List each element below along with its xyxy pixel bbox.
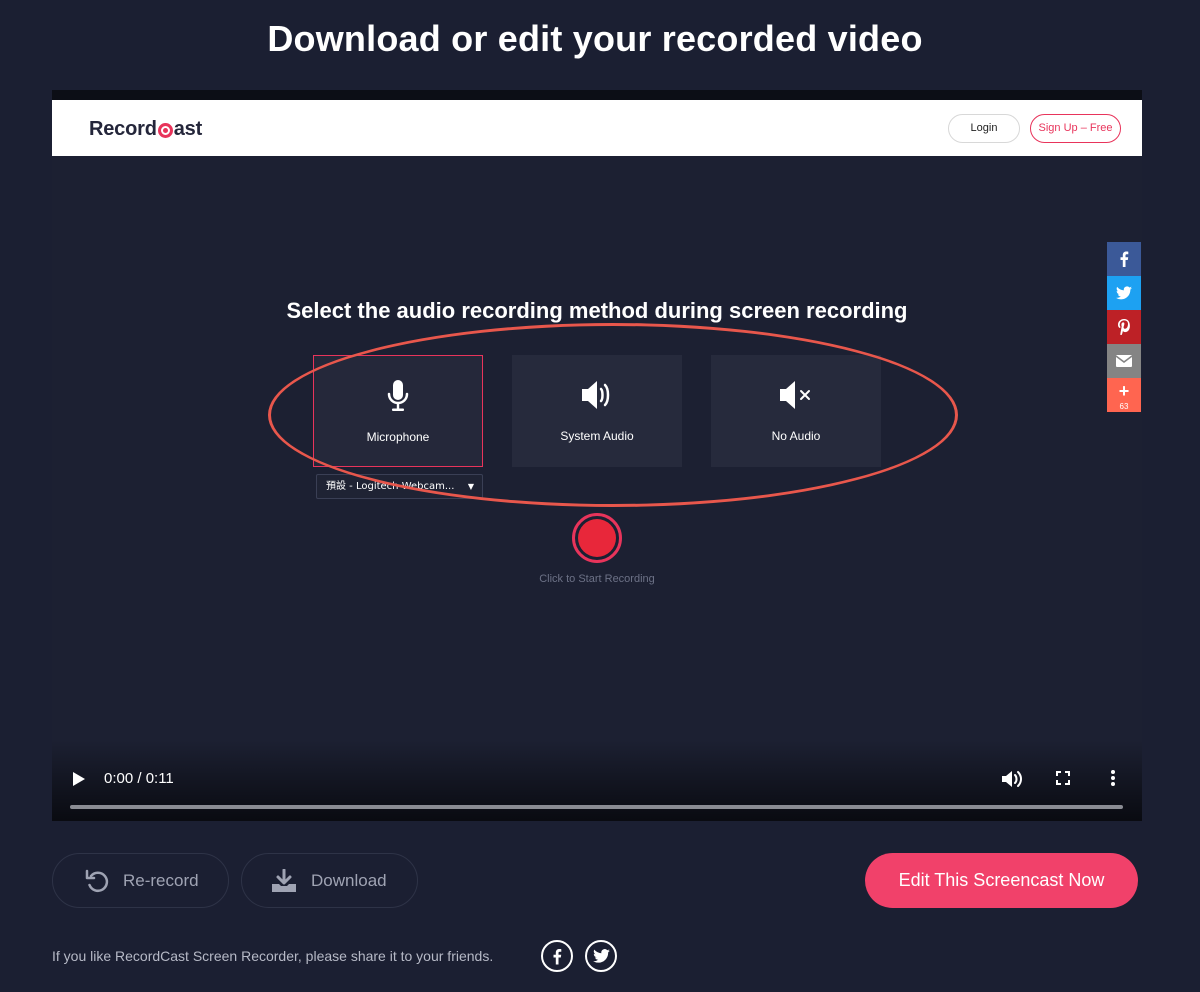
footer-twitter-share-button[interactable] <box>585 940 617 972</box>
logo-record-icon <box>157 123 173 138</box>
video-time: 0:00 / 0:11 <box>104 770 174 787</box>
email-icon <box>1107 344 1141 378</box>
play-icon <box>73 772 85 786</box>
share-count: 63 <box>1119 402 1129 411</box>
logo-text-start: Record <box>89 118 157 140</box>
annotation-highlight-ellipse <box>268 323 958 507</box>
rerecord-label: Re-record <box>123 870 199 890</box>
video-frame: Record ast Login Sign Up – Free + 63 Sel… <box>52 100 1142 821</box>
fullscreen-button[interactable] <box>1056 771 1070 790</box>
more-vertical-icon <box>1111 770 1115 786</box>
volume-icon <box>1002 771 1022 787</box>
download-button[interactable]: Download <box>241 853 418 908</box>
video-player[interactable]: Record ast Login Sign Up – Free + 63 Sel… <box>52 90 1142 821</box>
logo-text-end: ast <box>173 118 203 140</box>
edit-screencast-button[interactable]: Edit This Screencast Now <box>865 853 1138 908</box>
fullscreen-icon <box>1056 771 1070 785</box>
facebook-icon <box>553 948 562 964</box>
footer-facebook-share-button[interactable] <box>541 940 573 972</box>
more-options-button[interactable] <box>1110 769 1116 792</box>
plus-icon: + 63 <box>1107 378 1141 412</box>
volume-button[interactable] <box>1001 769 1023 794</box>
start-recording-hint: Click to Start Recording <box>539 573 655 585</box>
video-progress-bar[interactable] <box>70 805 1123 809</box>
download-icon <box>271 868 297 893</box>
signup-button: Sign Up – Free <box>1030 114 1121 143</box>
refresh-icon <box>85 868 109 894</box>
play-button[interactable] <box>72 771 86 787</box>
login-button: Login <box>948 114 1020 143</box>
start-recording-button <box>572 513 622 563</box>
share-rail: + 63 <box>1107 242 1141 412</box>
audio-method-heading: Select the audio recording method during… <box>286 298 908 323</box>
share-prompt-text: If you like RecordCast Screen Recorder, … <box>52 948 494 964</box>
facebook-icon <box>1107 242 1141 276</box>
download-label: Download <box>311 870 387 890</box>
recorded-site-header: Record ast Login Sign Up – Free <box>52 100 1142 156</box>
recordcast-logo: Record ast <box>89 118 202 141</box>
twitter-icon <box>592 949 610 963</box>
page-title: Download or edit your recorded video <box>267 18 923 59</box>
rerecord-button[interactable]: Re-record <box>52 853 229 908</box>
